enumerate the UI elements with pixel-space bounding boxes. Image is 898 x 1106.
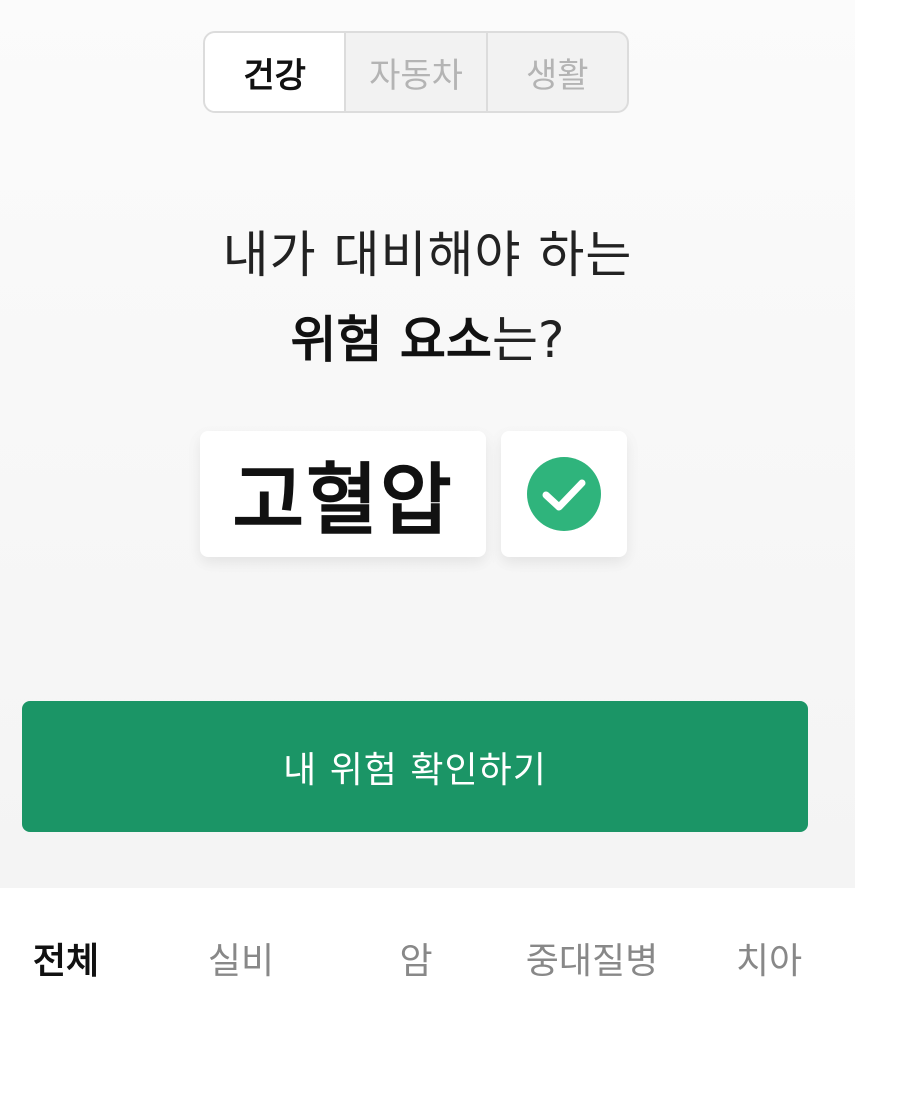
question-emphasis: 위험 요소	[290, 311, 492, 369]
question-suffix: 는?	[491, 311, 565, 369]
category-tab-medical[interactable]: 실비	[208, 932, 274, 984]
hero-section: 건강 자동차 생활 내가 대비해야 하는 위험 요소는? 고혈압 내 위험 확인…	[0, 0, 855, 888]
category-segmented-control: 건강 자동차 생활	[203, 31, 629, 113]
segment-health[interactable]: 건강	[205, 33, 345, 111]
segment-life[interactable]: 생활	[485, 33, 627, 111]
question-line-2: 위험 요소는?	[0, 300, 855, 372]
risk-keyword: 고혈압	[232, 456, 454, 546]
category-tab-cancer[interactable]: 암	[399, 932, 432, 984]
category-tab-all[interactable]: 전체	[33, 932, 99, 984]
check-circle-icon	[527, 457, 601, 531]
risk-keyword-card: 고혈압	[200, 431, 486, 557]
segment-car[interactable]: 자동차	[344, 33, 485, 111]
category-tab-critical-illness[interactable]: 중대질병	[526, 932, 658, 984]
category-tab-dental[interactable]: 치아	[736, 932, 802, 984]
check-my-risk-button[interactable]: 내 위험 확인하기	[22, 701, 808, 832]
check-card[interactable]	[501, 431, 627, 557]
question-line-1: 내가 대비해야 하는	[222, 226, 633, 284]
